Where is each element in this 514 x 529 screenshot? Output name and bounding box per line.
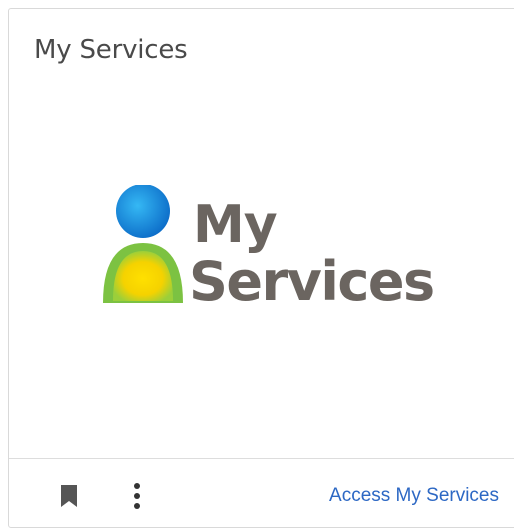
person-icon [103, 185, 183, 303]
card-title: My Services [34, 35, 188, 65]
more-vertical-icon [134, 483, 140, 509]
service-card: My Services My Services Access My Servic… [8, 8, 514, 528]
bookmark-button[interactable] [57, 483, 81, 509]
bookmark-icon [61, 485, 77, 507]
my-services-logo: My Services [93, 185, 453, 315]
more-options-button[interactable] [125, 481, 149, 511]
access-my-services-link[interactable]: Access My Services [329, 485, 499, 507]
logo-text-my: My [193, 195, 278, 255]
logo-text-services: Services [189, 250, 435, 313]
card-footer: Access My Services [9, 459, 514, 529]
